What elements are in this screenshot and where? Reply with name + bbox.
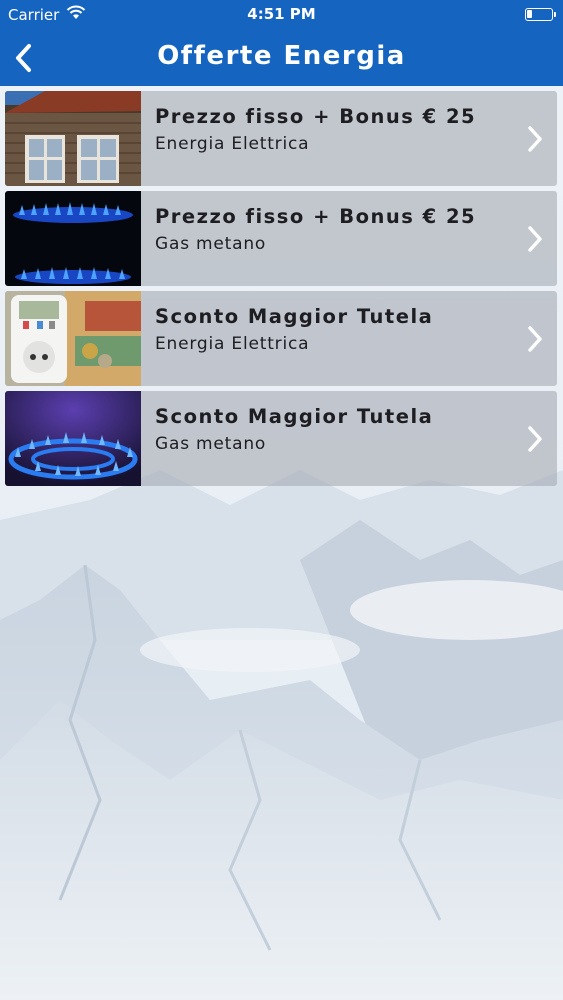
offer-item[interactable]: Sconto Maggior Tutela Gas metano	[5, 391, 557, 486]
battery-icon	[525, 8, 556, 21]
offer-subtitle: Energia Elettrica	[155, 334, 310, 354]
house-window-image	[5, 91, 141, 186]
gas-flame-image	[5, 191, 141, 286]
offer-list: Prezzo fisso + Bonus € 25 Energia Elettr…	[5, 91, 557, 491]
offer-item[interactable]: Prezzo fisso + Bonus € 25 Energia Elettr…	[5, 91, 557, 186]
offer-item[interactable]: Sconto Maggior Tutela Energia Elettrica	[5, 291, 557, 386]
navigation-bar: Offerte Energia	[0, 30, 563, 86]
offer-title: Prezzo fisso + Bonus € 25	[155, 205, 477, 228]
offer-subtitle: Gas metano	[155, 234, 267, 254]
offer-item[interactable]: Prezzo fisso + Bonus € 25 Gas metano	[5, 191, 557, 286]
power-meter-money-image	[5, 291, 141, 386]
offer-title: Sconto Maggior Tutela	[155, 405, 434, 428]
gas-burner-ring-image	[5, 391, 141, 486]
offer-subtitle: Energia Elettrica	[155, 134, 310, 154]
chevron-right-icon	[528, 426, 542, 452]
offer-subtitle: Gas metano	[155, 434, 267, 454]
status-bar: Carrier 4:51 PM	[0, 0, 563, 30]
chevron-right-icon	[528, 326, 542, 352]
status-time: 4:51 PM	[247, 5, 316, 23]
chevron-right-icon	[528, 126, 542, 152]
page-title: Offerte Energia	[157, 41, 406, 71]
offer-title: Prezzo fisso + Bonus € 25	[155, 105, 477, 128]
chevron-right-icon	[528, 226, 542, 252]
offer-title: Sconto Maggior Tutela	[155, 305, 434, 328]
